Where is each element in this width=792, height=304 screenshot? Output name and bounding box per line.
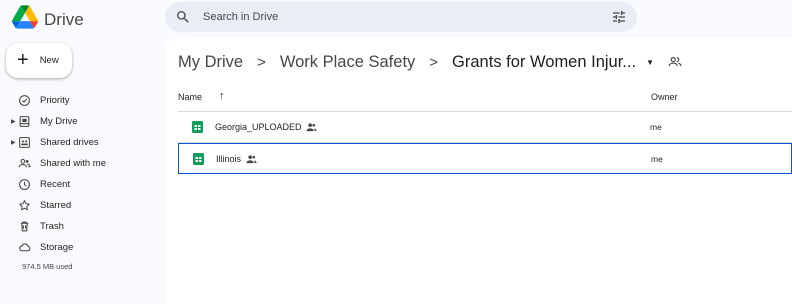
shared-with-me-icon <box>18 157 31 170</box>
sidebar-item-storage[interactable]: Storage <box>0 237 160 258</box>
search-bar[interactable] <box>165 2 637 32</box>
file-name: Georgia_UPLOADED <box>215 122 302 132</box>
sidebar-item-starred[interactable]: Starred <box>0 195 160 216</box>
table-row[interactable]: Georgia_UPLOADED me <box>178 112 792 143</box>
chevron-right-icon: > <box>429 53 439 71</box>
breadcrumb-my-drive[interactable]: My Drive <box>178 53 243 72</box>
my-drive-icon <box>18 115 31 128</box>
breadcrumb: My Drive > Work Place Safety > Grants fo… <box>178 51 682 73</box>
sidebar-item-trash[interactable]: Trash <box>0 216 160 237</box>
file-name: Illinois <box>216 154 242 164</box>
google-sheets-icon <box>192 121 203 133</box>
breadcrumb-work-place-safety[interactable]: Work Place Safety <box>280 53 415 72</box>
sidebar-item-label: Trash <box>40 221 64 232</box>
clock-icon <box>18 178 31 191</box>
chevron-right-icon: > <box>257 53 266 71</box>
drive-logo[interactable]: Drive <box>12 5 84 34</box>
sidebar-item-shared-with-me[interactable]: Shared with me <box>0 153 160 174</box>
cloud-icon <box>18 241 31 254</box>
shared-folder-icon[interactable] <box>668 55 682 69</box>
sidebar-item-shared-drives[interactable]: ▶ Shared drives <box>0 132 160 153</box>
shared-drives-icon <box>18 136 31 149</box>
new-button-label: New <box>39 55 59 66</box>
sidebar-item-label: Shared with me <box>40 158 107 169</box>
column-headers: Name ↑ Owner <box>178 88 792 108</box>
drive-logo-icon <box>12 5 38 34</box>
sidebar-nav: Priority ▶ My Drive ▶ Shared drives Shar… <box>0 90 160 258</box>
search-options-icon[interactable] <box>611 9 627 25</box>
sidebar-item-recent[interactable]: Recent <box>0 174 160 195</box>
sidebar-item-label: Starred <box>40 200 72 211</box>
shared-icon <box>306 122 317 132</box>
sidebar-item-label: Priority <box>40 95 70 106</box>
dropdown-arrow-icon[interactable]: ▼ <box>646 58 654 67</box>
search-icon[interactable] <box>175 9 191 25</box>
breadcrumb-current-folder[interactable]: Grants for Women Injur... <box>452 53 636 72</box>
file-owner: me <box>651 154 663 164</box>
plus-icon: + <box>17 48 29 71</box>
sidebar-item-label: Recent <box>40 179 71 190</box>
sidebar-item-my-drive[interactable]: ▶ My Drive <box>0 111 160 132</box>
search-input[interactable] <box>203 2 611 32</box>
file-owner: me <box>650 122 662 132</box>
trash-icon <box>18 220 31 233</box>
column-header-name[interactable]: Name <box>178 92 202 102</box>
sidebar-item-label: Storage <box>40 242 74 253</box>
star-icon <box>18 199 31 212</box>
new-button[interactable]: + New <box>6 43 72 78</box>
sort-ascending-icon[interactable]: ↑ <box>219 90 225 102</box>
sidebar-item-priority[interactable]: Priority <box>0 90 160 111</box>
main-panel: My Drive > Work Place Safety > Grants fo… <box>165 38 792 304</box>
app-title: Drive <box>44 9 84 29</box>
column-header-owner[interactable]: Owner <box>651 92 678 102</box>
sidebar-item-label: My Drive <box>40 116 78 127</box>
table-row-selected[interactable]: Illinois me <box>178 143 792 174</box>
shared-icon <box>246 154 257 164</box>
google-sheets-icon <box>193 153 204 165</box>
expand-caret-icon[interactable]: ▶ <box>11 118 16 125</box>
sidebar-item-label: Shared drives <box>40 137 99 148</box>
expand-caret-icon[interactable]: ▶ <box>11 139 16 146</box>
priority-icon <box>18 94 31 107</box>
storage-used: 974.5 MB used <box>22 262 73 271</box>
